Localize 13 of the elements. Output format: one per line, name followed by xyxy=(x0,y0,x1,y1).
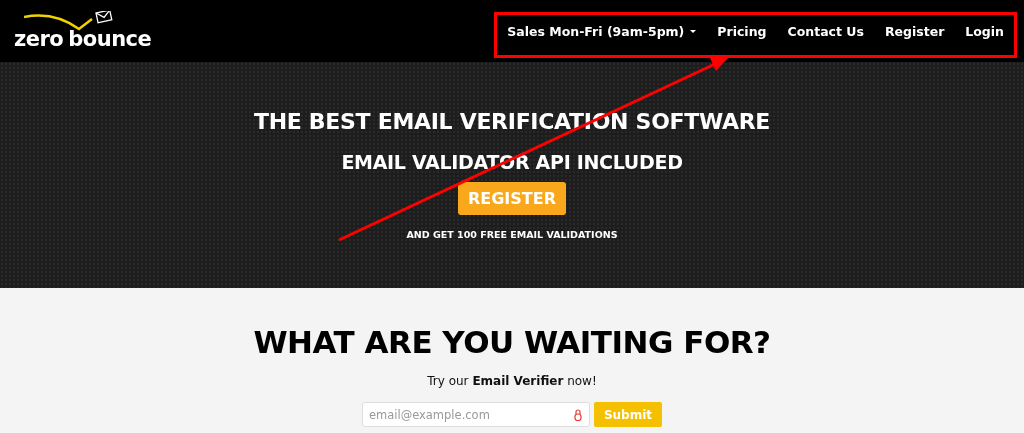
logo-text: zero xyxy=(14,27,64,51)
cta-text: Try our Email Verifier now! xyxy=(427,374,597,388)
caret-icon xyxy=(690,29,697,33)
hero-note: AND GET 100 FREE EMAIL VALIDATIONS xyxy=(406,229,618,240)
lock-icon xyxy=(573,409,582,421)
nav-link[interactable]: Pricing xyxy=(717,23,767,39)
nav-link[interactable]: Login xyxy=(965,23,1004,39)
dropdown-link[interactable]: Sales Mon-Fri (9am-5pm) xyxy=(507,23,697,39)
nav-link[interactable]: Contact Us xyxy=(787,23,864,39)
email-field[interactable]: email@example.com xyxy=(361,402,590,427)
nav-link[interactable]: Register xyxy=(884,23,945,39)
logo-text: bounce xyxy=(68,27,152,51)
cta-title: WHAT ARE YOU WAITING FOR? xyxy=(253,324,771,360)
